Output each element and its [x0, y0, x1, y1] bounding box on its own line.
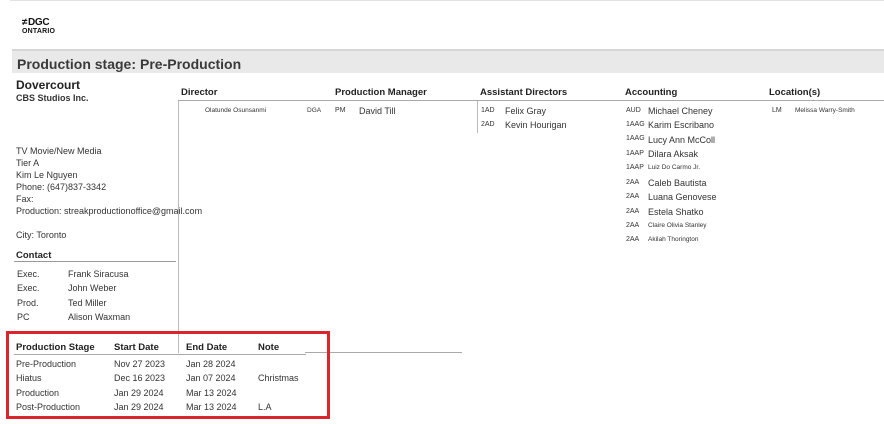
- production-stage-bar: Production stage: Pre-Production: [12, 49, 884, 73]
- accounting-name: Claire Olivia Stanley: [648, 222, 707, 229]
- schedule-highlight-box: [6, 331, 330, 419]
- accounting-name: Luana Genovese: [648, 192, 717, 202]
- production-manager-header: Production Manager: [335, 87, 427, 98]
- crew-left-border: [178, 101, 179, 353]
- ad-name: Felix Gray: [505, 106, 547, 116]
- accounting-name: Estela Shatko: [648, 207, 704, 217]
- accounting-role: 1AAG: [626, 135, 645, 142]
- contact-role: Exec.: [17, 283, 40, 293]
- production-stage-value: Pre-Production: [140, 56, 242, 72]
- contact-role: PC: [17, 312, 30, 322]
- contact-name: Ted Miller: [68, 298, 107, 308]
- contact-name: Frank Siracusa: [68, 269, 129, 279]
- project-contact-name: Kim Le Nguyen: [16, 170, 78, 180]
- accounting-role: 2AA: [626, 193, 640, 200]
- ad-role: 2AD: [481, 121, 495, 128]
- contact-divider: [14, 261, 176, 262]
- accounting-role: 2AA: [626, 179, 640, 186]
- accounting-role: 2AA: [626, 208, 640, 215]
- top-divider: [10, 0, 884, 1]
- accounting-name: Caleb Bautista: [648, 178, 707, 188]
- location-name: Melissa Warry-Smith: [795, 107, 855, 114]
- contact-header: Contact: [16, 250, 52, 261]
- accounting-name: Akilah Thorington: [648, 236, 699, 243]
- accounting-name: Lucy Ann McColl: [648, 135, 716, 145]
- project-email: Production: streakproductionoffice@gmail…: [16, 206, 203, 216]
- project-title: Dovercourt: [16, 78, 81, 92]
- accounting-role: 1AAG: [626, 121, 645, 128]
- contact-role: Exec.: [17, 269, 40, 279]
- accounting-name: Dilara Aksak: [648, 149, 699, 159]
- accounting-name: Karim Escribano: [648, 120, 715, 130]
- contact-name: John Weber: [68, 283, 117, 293]
- ad-left-border: [477, 101, 478, 133]
- accounting-name: Michael Cheney: [648, 106, 713, 116]
- crew-header-divider: [178, 100, 884, 101]
- logo-ontario-text: ONTARIO: [22, 28, 56, 35]
- project-phone: Phone: (647)837-3342: [16, 182, 107, 192]
- accounting-role: 1AAP: [626, 164, 644, 171]
- contact-name: Alison Waxman: [68, 312, 131, 322]
- pm-role: PM: [335, 107, 346, 114]
- project-type: TV Movie/New Media: [16, 146, 102, 156]
- studio-name: CBS Studios Inc.: [16, 93, 89, 103]
- accounting-role: 1AAP: [626, 150, 644, 157]
- location-role: LM: [772, 107, 782, 114]
- locations-header: Location(s): [769, 87, 821, 98]
- contact-role: Prod.: [17, 298, 39, 308]
- pm-name: David Till: [359, 106, 396, 116]
- production-stage-heading: Production stage: Pre-Production: [17, 56, 241, 72]
- accounting-header: Accounting: [625, 87, 678, 98]
- director-union: DGA: [307, 107, 322, 114]
- accounting-role: 2AA: [626, 236, 640, 243]
- accounting-name: Luiz Do Carmo Jr.: [648, 164, 701, 171]
- assistant-directors-header: Assistant Directors: [480, 87, 568, 98]
- ad-role: 1AD: [481, 107, 495, 114]
- dgc-symbol-icon: ≠: [22, 17, 28, 28]
- director-name: Olatunde Osunsanmi: [205, 107, 267, 114]
- production-stage-label: Production stage:: [17, 56, 137, 72]
- project-city: City: Toronto: [16, 230, 67, 240]
- director-header: Director: [181, 87, 218, 98]
- project-fax: Fax:: [16, 194, 34, 204]
- logo-dgc-text: DGC: [28, 17, 50, 28]
- accounting-role: 2AA: [626, 222, 640, 229]
- accounting-role: AUD: [626, 107, 641, 114]
- dgc-ontario-logo: ≠ DGC ONTARIO: [22, 17, 62, 39]
- ad-name: Kevin Hourigan: [505, 120, 567, 130]
- project-tier: Tier A: [16, 158, 40, 168]
